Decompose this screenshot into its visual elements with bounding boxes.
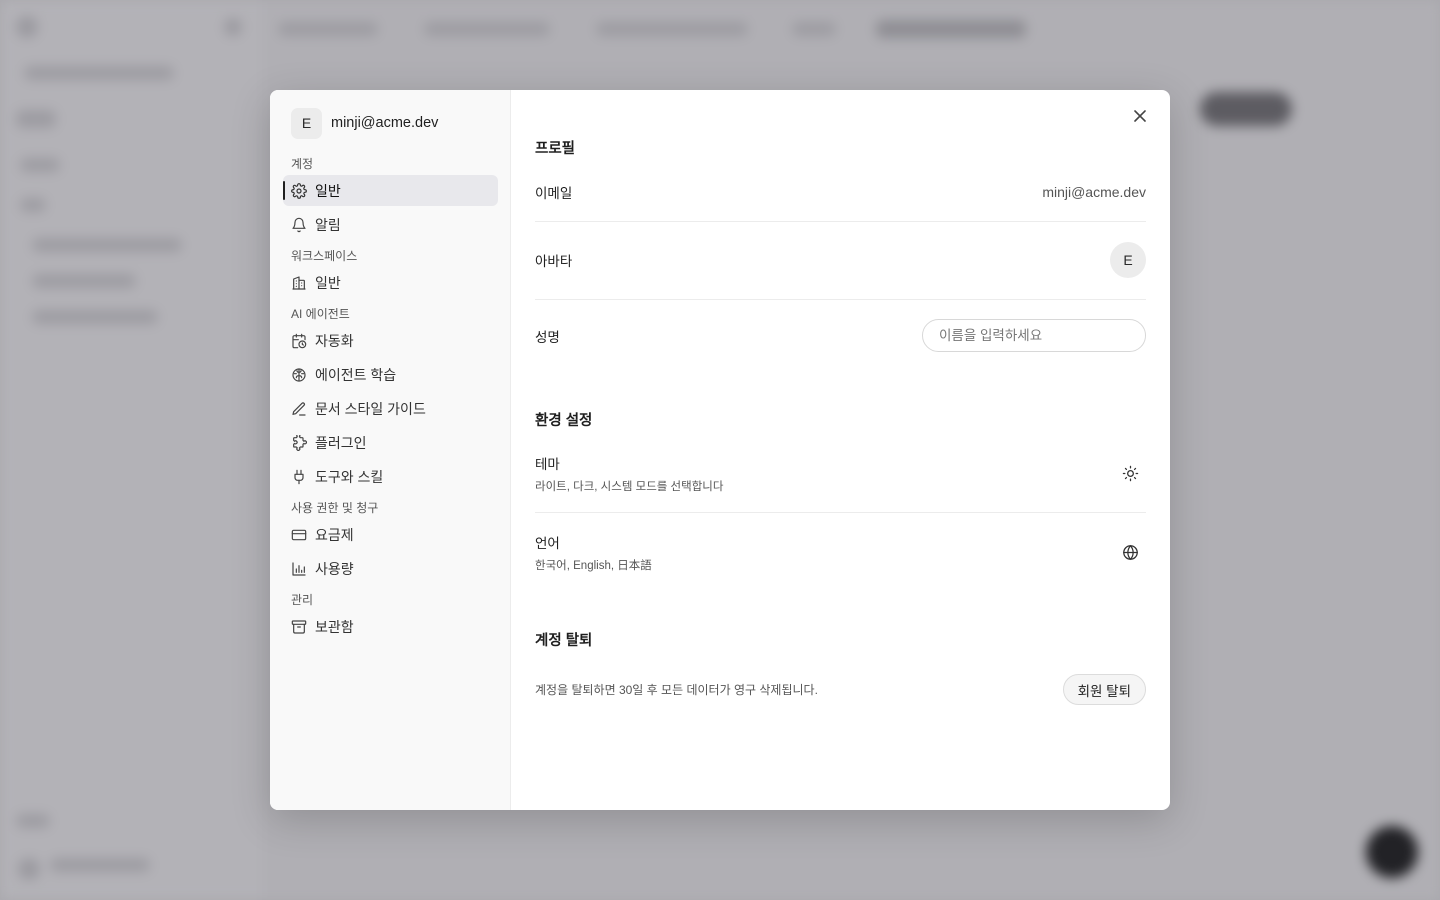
language-row: 언어 한국어, English, 日本語 [535, 532, 1146, 573]
background-button [16, 110, 56, 128]
archive-icon [291, 619, 307, 634]
nav-item-plans[interactable]: 요금제 [283, 519, 498, 550]
section-label-admin: 관리 [291, 593, 314, 607]
background-sidebar [0, 0, 262, 900]
calendar-clock-icon [292, 333, 307, 348]
close-icon [1134, 110, 1146, 122]
background-cta [1200, 92, 1292, 126]
email-value: minji@acme.dev [1042, 184, 1146, 200]
deletion-description: 계정을 탈퇴하면 30일 후 모든 데이터가 영구 삭제됩니다. [535, 683, 818, 697]
nav-item-plugins[interactable]: 플러그인 [283, 427, 498, 458]
theme-text: 테마 라이트, 다크, 시스템 모드를 선택합니다 [535, 453, 723, 494]
background-item [32, 238, 182, 252]
language-select-button[interactable] [1114, 536, 1146, 568]
section-label-account: 계정 [291, 157, 314, 171]
settings-modal: E minji@acme.dev 계정 일반 알림 워크스페이스 일반 AI 에… [270, 90, 1170, 810]
delete-account-button[interactable]: 회원 탈퇴 [1062, 674, 1146, 705]
language-description: 한국어, English, 日本語 [535, 559, 652, 572]
email-label: 이메일 [535, 186, 573, 201]
background-icon [224, 18, 242, 36]
background-item [32, 310, 158, 324]
user-avatar: E [291, 107, 322, 139]
background-label [20, 198, 46, 212]
nav-item-label: 도구와 스킬 [315, 468, 384, 485]
nav-item-label: 플러그인 [315, 434, 367, 451]
settings-sidebar: E minji@acme.dev 계정 일반 알림 워크스페이스 일반 AI 에… [270, 90, 511, 810]
divider [535, 512, 1146, 513]
nav-item-label: 문서 스타일 가이드 [315, 400, 426, 417]
nav-item-tools-skills[interactable]: 도구와 스킬 [283, 461, 498, 492]
theme-label: 테마 [535, 456, 560, 472]
nav-item-label: 알림 [315, 216, 341, 233]
background-item [32, 274, 136, 288]
background-tab [278, 22, 378, 36]
language-label: 언어 [535, 535, 560, 551]
nav-item-usage[interactable]: 사용량 [283, 553, 498, 584]
nav-item-automation[interactable]: 자동화 [283, 325, 498, 356]
building-icon [292, 275, 306, 290]
sun-icon [1122, 465, 1138, 481]
nav-item-label: 사용량 [315, 560, 354, 577]
section-label-workspace: 워크스페이스 [291, 249, 358, 263]
nav-item-workspace-general[interactable]: 일반 [283, 267, 498, 298]
avatar[interactable]: E [1110, 242, 1146, 278]
avatar-row: 아바타 E [535, 242, 1146, 278]
nav-item-label: 에이전트 학습 [315, 366, 397, 383]
divider [535, 221, 1146, 222]
preferences-heading: 환경 설정 [535, 413, 593, 429]
background-label [16, 814, 50, 828]
user-email: minji@acme.dev [331, 115, 439, 131]
nav-item-agent-training[interactable]: 에이전트 학습 [283, 359, 498, 390]
theme-toggle-button[interactable] [1114, 457, 1146, 489]
nav-item-label: 요금제 [315, 526, 354, 543]
bell-icon [292, 217, 306, 232]
brain-icon [292, 367, 306, 382]
nav-item-archive[interactable]: 보관함 [283, 611, 498, 642]
settings-content: 프로필 이메일 minji@acme.dev 아바타 E 성명 환경 설정 테마… [511, 90, 1170, 810]
pen-icon [292, 401, 306, 416]
nav-item-notifications[interactable]: 알림 [283, 209, 498, 240]
close-button[interactable] [1128, 104, 1152, 128]
background-tab [596, 22, 748, 36]
credit-card-icon [291, 529, 307, 540]
nav-item-account-general[interactable]: 일반 [283, 175, 498, 206]
background-logo [16, 16, 38, 38]
name-input[interactable] [922, 319, 1146, 352]
deletion-heading: 계정 탈퇴 [535, 633, 593, 649]
nav-item-style-guide[interactable]: 문서 스타일 가이드 [283, 393, 498, 424]
background-tab [424, 22, 550, 36]
theme-row: 테마 라이트, 다크, 시스템 모드를 선택합니다 [535, 453, 1146, 494]
language-text: 언어 한국어, English, 日本語 [535, 532, 652, 573]
profile-heading: 프로필 [535, 141, 576, 157]
section-label-billing: 사용 권한 및 청구 [291, 501, 379, 515]
background-user [50, 858, 150, 872]
theme-description: 라이트, 다크, 시스템 모드를 선택합니다 [535, 480, 724, 493]
nav-item-label: 일반 [315, 274, 341, 291]
background-fab [1366, 826, 1418, 878]
divider [535, 299, 1146, 300]
name-label: 성명 [535, 329, 560, 345]
avatar-label: 아바타 [535, 254, 573, 269]
deletion-row: 계정을 탈퇴하면 30일 후 모든 데이터가 영구 삭제됩니다. 회원 탈퇴 [535, 674, 1146, 705]
section-label-ai-agent: AI 에이전트 [291, 307, 350, 321]
nav-item-label: 자동화 [315, 332, 354, 349]
puzzle-icon [293, 434, 307, 451]
name-row: 성명 [535, 319, 1146, 352]
globe-icon [1122, 544, 1138, 560]
email-row: 이메일 minji@acme.dev [535, 180, 1146, 204]
gear-icon [291, 182, 307, 199]
bar-chart-icon [292, 561, 306, 576]
background-tab [876, 20, 1026, 38]
background-tab [792, 22, 836, 36]
nav-item-label: 보관함 [315, 618, 354, 635]
nav-item-label: 일반 [315, 182, 341, 199]
background-search [24, 66, 174, 80]
background-label [20, 158, 60, 172]
plug-icon [294, 469, 304, 484]
user-header: E minji@acme.dev [283, 106, 498, 140]
background-avatar [18, 858, 40, 880]
